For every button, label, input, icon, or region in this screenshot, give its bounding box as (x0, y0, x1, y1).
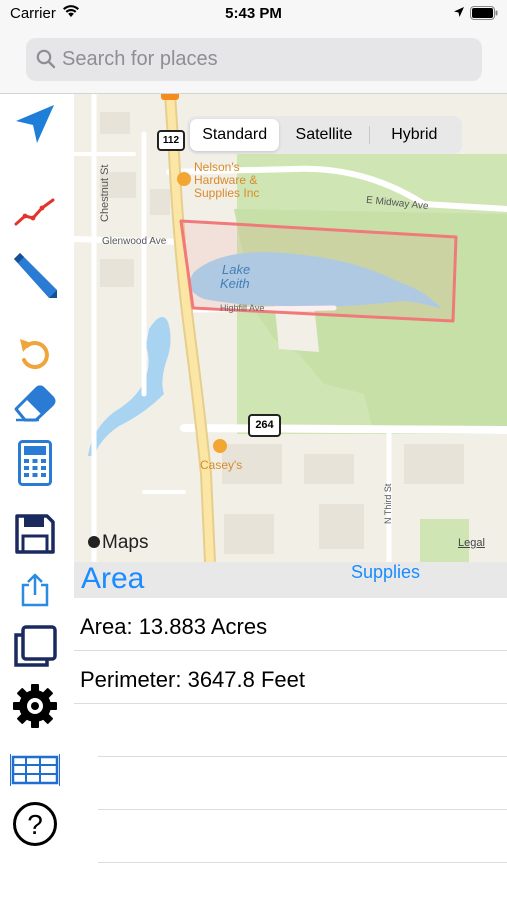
location-button[interactable] (9, 100, 61, 152)
status-bar: Carrier 5:43 PM (0, 0, 507, 28)
business-label-line1: Nelson's (194, 160, 240, 174)
perimeter-row: Perimeter: 3647.8 Feet (74, 651, 507, 704)
calculator-button[interactable] (9, 439, 61, 491)
status-time: 5:43 PM (225, 5, 282, 22)
undo-button[interactable] (9, 330, 61, 382)
street-label-third: N Third St (383, 483, 393, 524)
pencil-icon (10, 251, 60, 306)
save-icon (15, 513, 55, 559)
search-input[interactable] (62, 38, 472, 81)
settings-gear-icon (12, 683, 58, 734)
calculator-icon (18, 439, 52, 491)
apple-maps-logo: Maps (102, 532, 149, 553)
location-arrow-icon (13, 102, 57, 151)
map-view[interactable]: Chestnut St Glenwood Ave Nelson's Hardwa… (74, 94, 507, 562)
legal-link[interactable]: Legal (458, 537, 485, 549)
location-services-icon (453, 6, 465, 24)
route-112-shield: 112 (162, 135, 180, 146)
search-bar (0, 28, 507, 94)
street-label-glenwood: Glenwood Ave (102, 236, 167, 247)
area-value: Area: 13.883 Acres (80, 614, 268, 639)
share-button[interactable] (9, 566, 61, 618)
tool-sidebar: ? (0, 94, 74, 900)
share-icon (19, 573, 51, 612)
help-icon: ? (12, 801, 58, 852)
copy-icon (13, 624, 57, 672)
line-measure-button[interactable] (9, 188, 61, 240)
store-label: Casey's (200, 458, 243, 472)
results-title: Area (81, 562, 145, 595)
lake-label-line1: Lake (222, 262, 251, 277)
business-label-line2: Hardware & (194, 173, 258, 187)
settings-button[interactable] (9, 682, 61, 734)
help-button[interactable]: ? (9, 800, 61, 852)
table-button[interactable] (9, 746, 61, 798)
empty-row (74, 810, 507, 863)
empty-row (74, 757, 507, 810)
results-header: Area Supplies (74, 562, 507, 598)
segment-satellite[interactable]: Satellite (279, 119, 368, 151)
copy-button[interactable] (9, 622, 61, 674)
search-icon (36, 49, 56, 74)
perimeter-value: Perimeter: 3647.8 Feet (80, 667, 306, 692)
map-type-segmented-control: Standard Satellite Hybrid (187, 116, 462, 154)
route-264-shield: 264 (255, 419, 274, 431)
svg-text:?: ? (27, 809, 43, 840)
segment-standard[interactable]: Standard (190, 119, 280, 151)
trend-line-icon (13, 194, 57, 235)
erase-button[interactable] (9, 378, 61, 430)
lake-label-line2: Keith (220, 276, 250, 291)
eraser-icon (13, 382, 57, 427)
map-canvas (74, 94, 507, 562)
empty-row (74, 704, 507, 757)
save-button[interactable] (9, 510, 61, 562)
street-label-highfill: Highfill Ave (220, 303, 265, 313)
supplies-link[interactable]: Supplies (351, 562, 420, 582)
undo-icon (15, 334, 55, 379)
battery-icon (470, 6, 498, 25)
search-field-container[interactable] (26, 38, 482, 81)
business-label-line3: Supplies Inc (194, 186, 260, 200)
draw-button[interactable] (9, 252, 61, 304)
street-label-chestnut: Chestnut St (99, 164, 111, 222)
area-row: Area: 13.883 Acres (74, 598, 507, 651)
table-icon (9, 753, 61, 791)
segment-hybrid[interactable]: Hybrid (370, 119, 459, 151)
